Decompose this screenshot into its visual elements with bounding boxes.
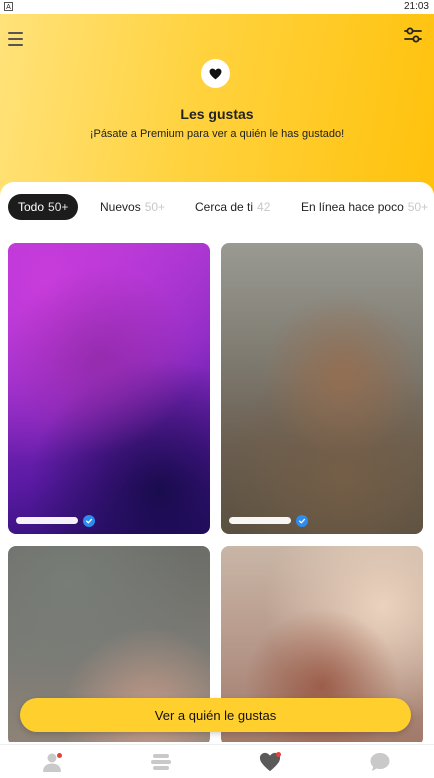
- profile-card[interactable]: [221, 243, 423, 534]
- tab-count: 42: [257, 200, 271, 214]
- status-bar: A 21:03: [0, 0, 434, 14]
- tab-count: 50+: [48, 200, 69, 214]
- status-time: 21:03: [403, 1, 429, 12]
- filter-tabs: Todo 50+ Nuevos 50+ Cerca de ti 42 En línea…: [0, 194, 434, 220]
- verified-check-icon: [296, 515, 308, 527]
- hamburger-menu-icon[interactable]: [8, 32, 23, 46]
- nav-profile[interactable]: [41, 751, 63, 773]
- nav-discover[interactable]: [150, 751, 172, 773]
- bottom-nav: [0, 744, 434, 778]
- tab-count: 50+: [407, 200, 429, 214]
- tab-cerca-de-ti[interactable]: Cerca de ti 42: [195, 194, 270, 220]
- tab-label: Nuevos: [100, 200, 141, 214]
- heart-icon: [209, 68, 222, 79]
- hidden-name-bar: [229, 517, 291, 524]
- filter-sliders-icon[interactable]: [404, 26, 422, 44]
- notification-dot: [57, 753, 62, 758]
- app-notification-icon: A: [4, 2, 13, 11]
- heart-badge: [201, 59, 230, 88]
- hidden-name-bar: [16, 517, 78, 524]
- profile-card[interactable]: [8, 243, 210, 534]
- tab-en-linea-hace-poco[interactable]: En línea hace poco 50+: [301, 194, 428, 220]
- discover-stack-icon: [151, 754, 171, 770]
- notification-dot: [276, 752, 281, 757]
- tab-todo[interactable]: Todo 50+: [8, 194, 79, 220]
- premium-subtitle: ¡Pásate a Premium para ver a quién le ha…: [89, 128, 345, 140]
- see-who-likes-you-button[interactable]: Ver a quién le gustas: [20, 698, 411, 732]
- tab-label: Todo: [18, 200, 45, 214]
- likes-content: Todo 50+ Nuevos 50+ Cerca de ti 42 En línea…: [0, 182, 434, 742]
- chat-bubble-icon: [370, 753, 390, 771]
- tab-count: 50+: [144, 200, 166, 214]
- tab-label: Cerca de ti: [195, 200, 254, 214]
- nav-chats[interactable]: [369, 751, 391, 773]
- likes-header: Les gustas ¡Pásate a Premium para ver a …: [0, 14, 434, 198]
- tab-label: En línea hace poco: [301, 200, 404, 214]
- tab-nuevos[interactable]: Nuevos 50+: [100, 194, 165, 220]
- nav-likes[interactable]: [259, 751, 281, 773]
- page-title: Les gustas: [180, 106, 254, 122]
- verified-check-icon: [83, 515, 95, 527]
